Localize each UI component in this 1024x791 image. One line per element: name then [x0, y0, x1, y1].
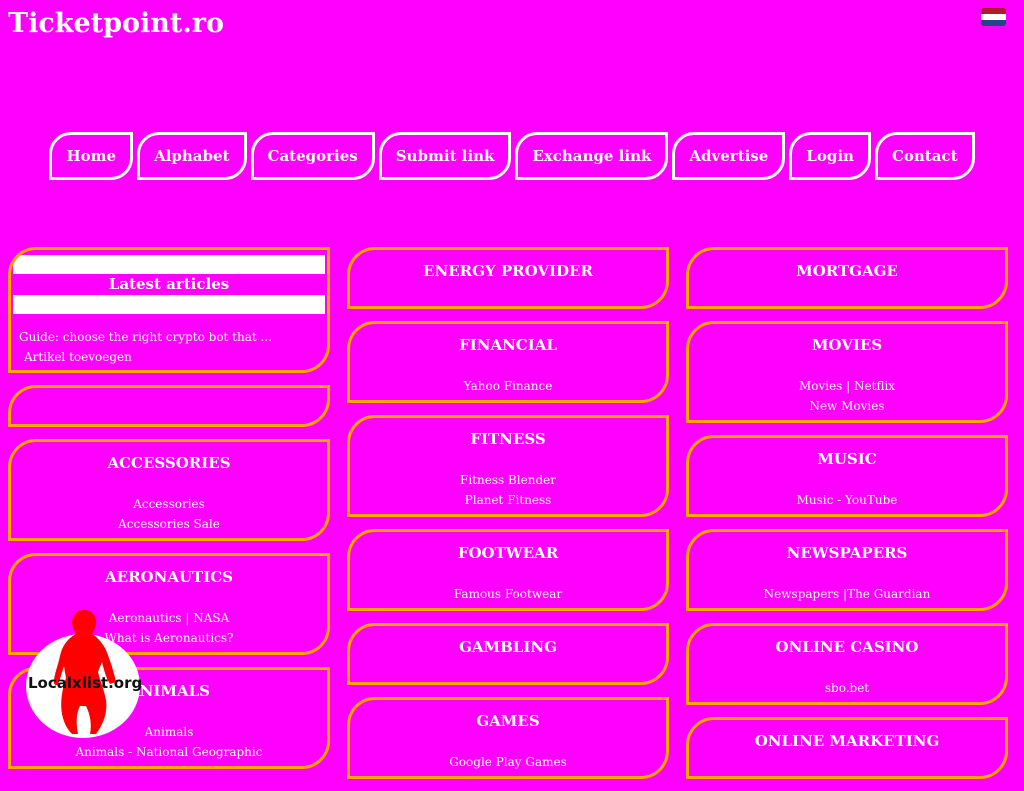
- category-link[interactable]: Newspapers |The Guardian: [689, 584, 1005, 604]
- flag-stripe-blue: [981, 20, 1006, 26]
- column-middle: ENERGY PROVIDER FINANCIAL Yahoo Finance FIT…: [347, 247, 669, 791]
- category-link[interactable]: Planet Fitness: [350, 490, 666, 510]
- column-right: MORTGAGE MOVIES Movies | Netflix New Movies…: [686, 247, 1008, 791]
- category-title[interactable]: FINANCIAL: [350, 324, 666, 354]
- nav-alphabet[interactable]: Alphabet: [137, 132, 247, 180]
- category-title[interactable]: ENERGY PROVIDER: [350, 250, 666, 280]
- category-links: [689, 750, 1005, 760]
- category-links: [689, 280, 1005, 290]
- category-box: MUSIC Music - YouTube: [686, 435, 1008, 517]
- add-article-link[interactable]: Artikel toevoegen: [19, 347, 327, 367]
- category-link[interactable]: Fitness Blender: [350, 470, 666, 490]
- category-title[interactable]: MUSIC: [689, 438, 1005, 468]
- category-title[interactable]: ACCESSORIES: [11, 442, 327, 472]
- nav-exchange-link[interactable]: Exchange link: [515, 132, 669, 180]
- category-box: ACCESSORIES Accessories Accessories Sale: [8, 439, 330, 541]
- category-link[interactable]: New Movies: [689, 396, 1005, 416]
- category-link[interactable]: Music - YouTube: [689, 490, 1005, 510]
- category-box: GAMBLING: [347, 623, 669, 685]
- category-links: Newspapers |The Guardian: [689, 562, 1005, 604]
- category-box: FINANCIAL Yahoo Finance: [347, 321, 669, 403]
- category-box: FITNESS Fitness Blender Planet Fitness: [347, 415, 669, 517]
- category-link[interactable]: sbo.bet: [689, 678, 1005, 698]
- category-links: sbo.bet: [689, 656, 1005, 698]
- category-link[interactable]: Accessories Sale: [11, 514, 327, 534]
- category-links: Famous Footwear: [350, 562, 666, 604]
- category-links: [350, 280, 666, 290]
- latest-articles-title: Latest articles: [108, 275, 230, 293]
- nav-advertise[interactable]: Advertise: [672, 132, 786, 180]
- latest-articles-box: Latest articles Guide: choose the right …: [8, 247, 330, 373]
- nav-categories[interactable]: Categories: [250, 132, 375, 180]
- category-title[interactable]: GAMBLING: [350, 626, 666, 656]
- netherlands-flag-icon[interactable]: [981, 8, 1006, 26]
- category-links: Movies | Netflix New Movies: [689, 354, 1005, 416]
- category-link[interactable]: Accessories: [11, 494, 327, 514]
- category-box: GAMES Google Play Games: [347, 697, 669, 779]
- category-link[interactable]: Yahoo Finance: [350, 376, 666, 396]
- category-links: Yahoo Finance: [350, 354, 666, 396]
- category-links: Accessories Accessories Sale: [11, 472, 327, 534]
- latest-article-link[interactable]: Guide: choose the right crypto bot that …: [19, 327, 327, 347]
- category-title[interactable]: FOOTWEAR: [350, 532, 666, 562]
- category-box: ENERGY PROVIDER: [347, 247, 669, 309]
- category-box: FOOTWEAR Famous Footwear: [347, 529, 669, 611]
- category-title[interactable]: NEWSPAPERS: [689, 532, 1005, 562]
- nav-login[interactable]: Login: [789, 132, 871, 180]
- latest-strip-bottom: [13, 295, 325, 314]
- category-title[interactable]: MORTGAGE: [689, 250, 1005, 280]
- nav-contact[interactable]: Contact: [874, 132, 975, 180]
- category-box: ONLINE CASINO sbo.bet: [686, 623, 1008, 705]
- latest-strip-top: [13, 255, 325, 274]
- nav-home[interactable]: Home: [49, 132, 134, 180]
- localxlist-watermark[interactable]: Localxlist.org: [24, 606, 144, 742]
- category-links: [350, 656, 666, 666]
- category-box: MOVIES Movies | Netflix New Movies: [686, 321, 1008, 423]
- category-link[interactable]: Google Play Games: [350, 752, 666, 772]
- category-title[interactable]: MOVIES: [689, 324, 1005, 354]
- nav-submit-link[interactable]: Submit link: [378, 132, 512, 180]
- watermark-text: Localxlist.org: [28, 674, 143, 692]
- category-link[interactable]: Famous Footwear: [350, 584, 666, 604]
- category-box: NEWSPAPERS Newspapers |The Guardian: [686, 529, 1008, 611]
- site-title[interactable]: Ticketpoint.ro: [8, 8, 224, 39]
- category-title[interactable]: AERONAUTICS: [11, 556, 327, 586]
- category-link[interactable]: Movies | Netflix: [689, 376, 1005, 396]
- category-link[interactable]: Animals - National Geographic: [11, 742, 327, 762]
- empty-box: [8, 385, 330, 427]
- category-links: Google Play Games: [350, 730, 666, 772]
- category-links: Music - YouTube: [689, 468, 1005, 510]
- category-title[interactable]: ONLINE CASINO: [689, 626, 1005, 656]
- category-title[interactable]: ONLINE MARKETING: [689, 720, 1005, 750]
- category-links: Fitness Blender Planet Fitness: [350, 448, 666, 510]
- main-nav: Home Alphabet Categories Submit link Exchang…: [0, 132, 1024, 180]
- category-title[interactable]: FITNESS: [350, 418, 666, 448]
- category-box: ONLINE MARKETING: [686, 717, 1008, 779]
- category-box: MORTGAGE: [686, 247, 1008, 309]
- category-title[interactable]: GAMES: [350, 700, 666, 730]
